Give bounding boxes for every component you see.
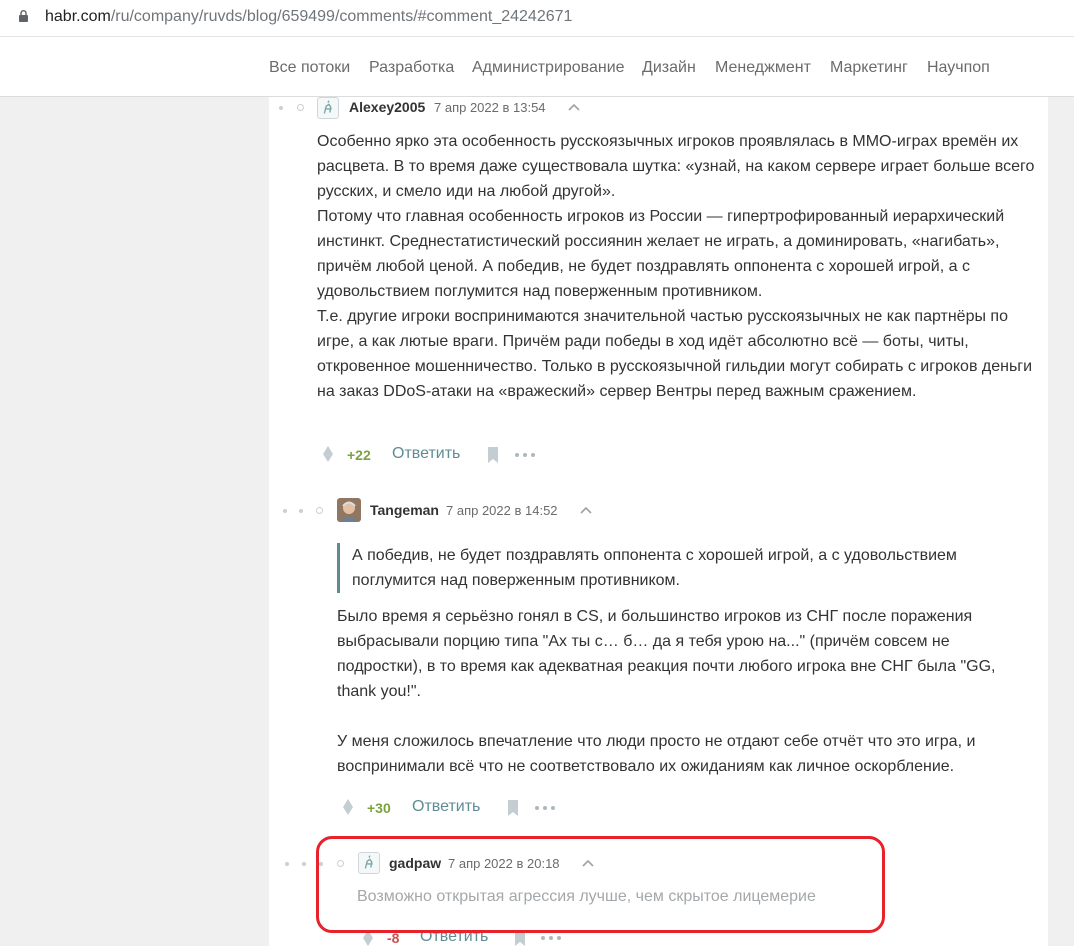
vote-icon[interactable] xyxy=(322,446,334,462)
comment-paragraph: У меня сложилось впечатление что люди пр… xyxy=(337,733,976,775)
comment-body: Особенно ярко эта особенность русскоязыч… xyxy=(317,129,1037,404)
comment-username[interactable]: Alexey2005 xyxy=(349,99,425,115)
thread-dot xyxy=(299,509,303,513)
comment-score: +30 xyxy=(367,800,391,816)
nav-item-administration[interactable]: Администрирование xyxy=(472,59,625,77)
comment-paragraph: Было время я серьёзно гонял в CS, и боль… xyxy=(337,608,996,700)
reply-button[interactable]: Ответить xyxy=(392,445,460,463)
vote-icon[interactable] xyxy=(342,799,354,815)
thread-dot xyxy=(302,862,306,866)
more-icon[interactable] xyxy=(535,806,555,810)
comment-paragraph: Т.е. другие игроки воспринимаются значит… xyxy=(317,308,1033,400)
nav-item-design[interactable]: Дизайн xyxy=(642,59,696,77)
comment-paragraph: Особенно ярко эта особенность русскоязыч… xyxy=(317,133,1035,200)
comment-score: +22 xyxy=(347,447,371,463)
comment-date[interactable]: 7 апр 2022 в 14:52 xyxy=(446,503,558,518)
nav-item-popsci[interactable]: Научпоп xyxy=(927,59,990,77)
url-text[interactable]: habr.com/ru/company/ruvds/blog/659499/co… xyxy=(45,8,572,26)
url-path: /ru/company/ruvds/blog/659499/comments/#… xyxy=(110,8,573,25)
highlight-annotation xyxy=(316,836,885,933)
more-icon[interactable] xyxy=(515,453,535,457)
avatar[interactable] xyxy=(337,498,361,522)
thread-level-icon xyxy=(316,507,323,514)
nav-item-marketing[interactable]: Маркетинг xyxy=(830,59,908,77)
thread-dot xyxy=(285,862,289,866)
chevron-up-icon[interactable] xyxy=(579,505,593,515)
comment-body: Было время я серьёзно гонял в CS, и боль… xyxy=(337,604,1037,779)
comment-date[interactable]: 7 апр 2022 в 13:54 xyxy=(434,100,546,115)
thread-level-icon xyxy=(297,104,304,111)
nav-item-development[interactable]: Разработка xyxy=(369,59,454,77)
nav-item-management[interactable]: Менеджмент xyxy=(715,59,811,77)
bookmark-icon[interactable] xyxy=(487,447,499,463)
thread-dot xyxy=(283,509,287,513)
quote-block: А победив, не будет поздравлять оппонент… xyxy=(337,543,1012,593)
comment-paragraph: Потому что главная особенность игроков и… xyxy=(317,208,1005,300)
url-domain: habr.com xyxy=(45,8,111,25)
lock-icon xyxy=(19,10,28,22)
address-bar[interactable]: habr.com/ru/company/ruvds/blog/659499/co… xyxy=(0,0,1074,37)
nav-item-all-flows[interactable]: Все потоки xyxy=(269,59,350,77)
bookmark-icon[interactable] xyxy=(507,800,519,816)
flows-nav: Все потоки Разработка Администрирование … xyxy=(0,37,1074,97)
more-icon[interactable] xyxy=(541,936,561,940)
avatar[interactable] xyxy=(317,97,339,119)
thread-dot xyxy=(279,106,283,110)
chevron-up-icon[interactable] xyxy=(567,102,581,112)
reply-button[interactable]: Ответить xyxy=(412,798,480,816)
comment-username[interactable]: Tangeman xyxy=(370,502,439,518)
